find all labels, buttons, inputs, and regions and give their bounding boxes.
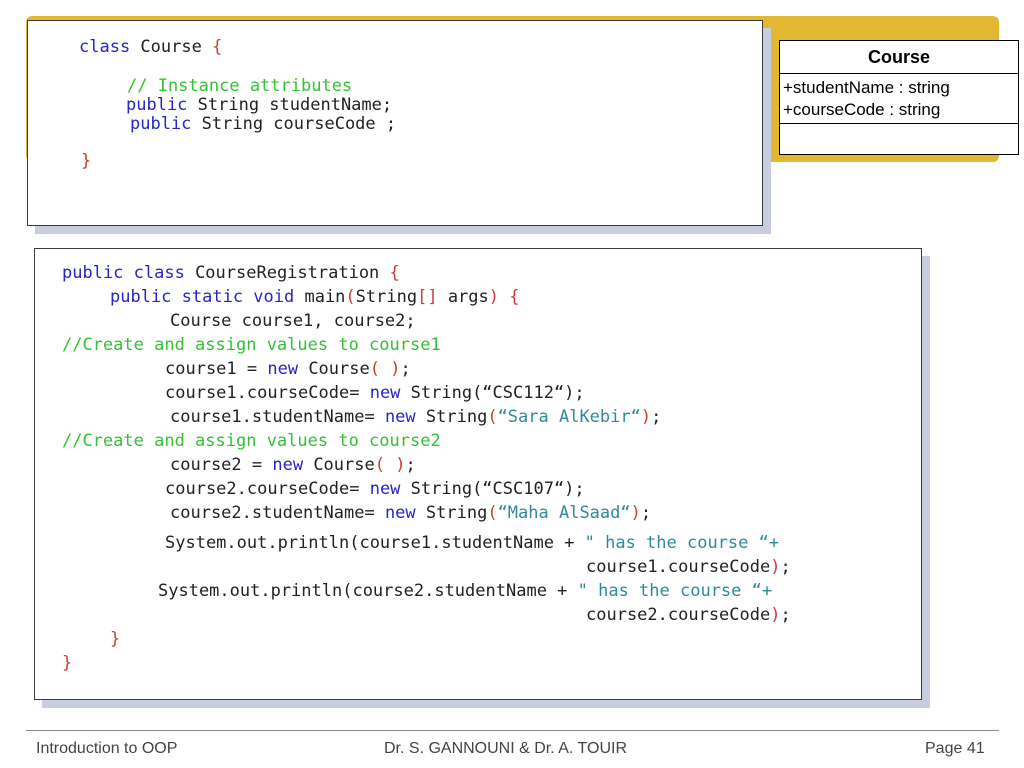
uml-class-box: Course +studentName : string +courseCode… [779, 40, 1019, 155]
paren: ( [487, 503, 498, 523]
bracket: [] [417, 287, 438, 307]
code-text: String(“CSC107“); [400, 479, 585, 499]
code-line: course1.studentName= new String(“Sara Al… [170, 407, 661, 427]
code-text: course1.courseCode= [165, 383, 370, 403]
code-text: String courseCode ; [191, 114, 397, 134]
code-line: public class CourseRegistration { [62, 263, 400, 283]
code-text: ; [651, 407, 662, 427]
code-text: String [415, 407, 488, 427]
paren: ) [488, 287, 500, 307]
keyword: public [130, 114, 192, 134]
footer-divider [26, 730, 999, 731]
code-text: ; [780, 605, 791, 625]
paren: ( [345, 287, 356, 307]
code-line: public String studentName; [126, 95, 392, 115]
code-text: Course [298, 359, 370, 379]
code-text: main [294, 287, 346, 307]
code-text: course2.courseCode= [165, 479, 370, 499]
code-line: course2 = new Course( ); [170, 455, 416, 475]
code-line: course2.courseCode); [586, 605, 791, 625]
paren: ( ) [369, 359, 401, 379]
comment-line: //Create and assign values to course2 [62, 431, 441, 451]
keyword: public class [62, 263, 185, 283]
keyword: new [384, 503, 416, 523]
code-line: System.out.println(course1.studentName +… [165, 533, 779, 553]
code-text: Course [130, 37, 213, 57]
closing-brace: } [110, 629, 121, 649]
code-line: public String courseCode ; [130, 114, 396, 134]
code-text: String [415, 503, 488, 523]
string-literal: " has the course “+ [577, 581, 773, 601]
code-text: ; [400, 359, 411, 379]
code-text: args [437, 287, 489, 307]
keyword: new [272, 455, 304, 475]
uml-attribute: +studentName : string [783, 78, 950, 97]
closing-brace: } [81, 151, 92, 171]
uml-attribute: +courseCode : string [783, 100, 941, 119]
keyword: class [79, 37, 131, 57]
course-registration-code-panel: public class CourseRegistration { public… [34, 248, 922, 700]
keyword: new [384, 407, 416, 427]
brace: { [389, 263, 400, 283]
code-text: Course [303, 455, 375, 475]
uml-class-name: Course [780, 41, 1018, 74]
paren: ) [640, 407, 652, 427]
code-line: course2.studentName= new String(“Maha Al… [170, 503, 651, 523]
code-text: course1 = [165, 359, 268, 379]
keyword: public static void [110, 287, 295, 307]
string-literal: “Sara AlKebir“ [497, 407, 641, 427]
code-text: course1.courseCode [586, 557, 771, 577]
code-text: course2.studentName= [170, 503, 385, 523]
code-line: class Course { [79, 37, 222, 57]
code-line: System.out.println(course2.studentName +… [158, 581, 772, 601]
code-text: String [355, 287, 418, 307]
paren: ) [770, 605, 781, 625]
footer-page-number: Page 41 [925, 740, 985, 757]
comment-line: //Create and assign values to course1 [62, 335, 441, 355]
code-text: CourseRegistration [184, 263, 390, 283]
code-line: course2.courseCode= new String(“CSC107“)… [165, 479, 585, 499]
course-class-code-panel: class Course { // Instance attributes pu… [27, 20, 763, 226]
closing-brace: } [62, 653, 73, 673]
code-text: course2.courseCode [586, 605, 771, 625]
keyword: new [267, 359, 299, 379]
code-text: String studentName; [187, 95, 393, 115]
code-line: public static void main(String[] args) { [110, 287, 520, 307]
footer-course-title: Introduction to OOP [36, 740, 178, 757]
brace: { [509, 287, 520, 307]
code-text: System.out.println(course2.studentName + [158, 581, 578, 601]
paren: ) [770, 557, 781, 577]
paren: ( [487, 407, 498, 427]
footer-authors: Dr. S. GANNOUNI & Dr. A. TOUIR [384, 740, 628, 757]
code-text: course2 = [170, 455, 273, 475]
uml-attributes: +studentName : string +courseCode : stri… [780, 74, 1018, 124]
paren: ( ) [374, 455, 406, 475]
brace: { [212, 37, 223, 57]
code-text: ; [640, 503, 652, 523]
keyword: new [369, 479, 401, 499]
paren: ) [630, 503, 641, 523]
code-line: course1.courseCode= new String(“CSC112“)… [165, 383, 585, 403]
comment-line: // Instance attributes [127, 76, 353, 96]
keyword: new [369, 383, 401, 403]
code-line: course1.courseCode); [586, 557, 791, 577]
code-line: Course course1, course2; [170, 311, 416, 331]
code-text: course1.studentName= [170, 407, 385, 427]
code-text: String(“CSC112“); [400, 383, 585, 403]
code-line: course1 = new Course( ); [165, 359, 411, 379]
code-text: System.out.println(course1.studentName + [165, 533, 585, 553]
string-literal: " has the course “+ [584, 533, 780, 553]
code-text: ; [405, 455, 416, 475]
code-text: ; [780, 557, 791, 577]
string-literal: “Maha AlSaad“ [497, 503, 631, 523]
keyword: public [126, 95, 188, 115]
